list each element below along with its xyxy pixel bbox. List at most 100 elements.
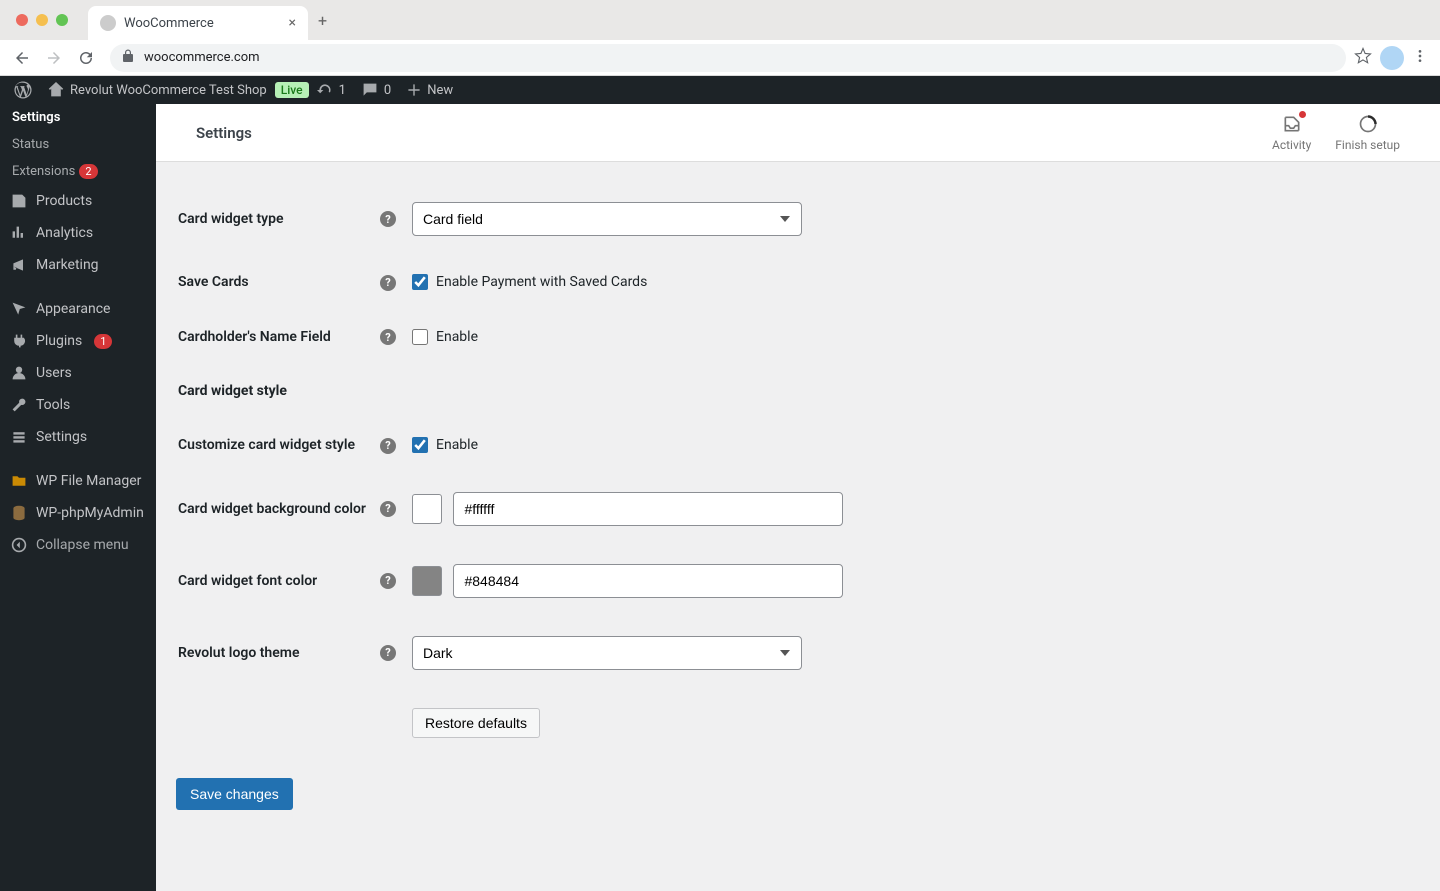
font-color-input[interactable] (453, 564, 843, 598)
arrow-left-icon (13, 49, 31, 67)
browser-menu-button[interactable] (1412, 48, 1428, 68)
help-icon[interactable]: ? (380, 329, 396, 345)
reload-icon (77, 49, 95, 67)
url-input[interactable]: woocommerce.com (110, 44, 1346, 72)
help-icon[interactable]: ? (380, 275, 396, 291)
sidebar-item-marketing[interactable]: Marketing (0, 249, 156, 281)
update-icon (317, 82, 333, 98)
extensions-badge: 2 (79, 164, 97, 179)
activity-button[interactable]: Activity (1272, 113, 1311, 152)
comment-icon (362, 82, 378, 98)
save-cards-check-text: Enable Payment with Saved Cards (436, 274, 647, 290)
tab-close-icon[interactable]: × (289, 15, 296, 31)
save-changes-button[interactable]: Save changes (176, 778, 293, 810)
sidebar-item-analytics[interactable]: Analytics (0, 217, 156, 249)
new-tab-button[interactable]: + (318, 11, 327, 30)
home-icon (48, 82, 64, 98)
save-cards-checkbox-label[interactable]: Enable Payment with Saved Cards (412, 274, 1388, 290)
card-widget-type-label: Card widget type (178, 184, 378, 254)
inbox-icon (1282, 114, 1302, 134)
wordpress-icon (14, 81, 32, 99)
logo-theme-select[interactable]: Dark (412, 636, 802, 670)
sidebar-users-label: Users (36, 365, 72, 381)
help-icon[interactable]: ? (380, 501, 396, 517)
save-cards-checkbox[interactable] (412, 274, 428, 290)
help-icon[interactable]: ? (380, 438, 396, 454)
font-color-swatch[interactable] (412, 566, 442, 596)
admin-sidebar: Settings Status Extensions 2 Products Ana… (0, 104, 156, 891)
card-widget-style-heading: Card widget style (178, 365, 1398, 417)
browser-address-bar: woocommerce.com (0, 40, 1440, 76)
analytics-icon (10, 225, 28, 241)
browser-tab[interactable]: WooCommerce × (88, 6, 308, 40)
sidebar-products-label: Products (36, 193, 92, 209)
back-button[interactable] (6, 42, 38, 74)
products-icon (10, 193, 28, 209)
font-color-label: Card widget font color (178, 546, 378, 616)
folder-icon (10, 473, 28, 489)
sidebar-settings-label: Settings (36, 429, 87, 445)
card-widget-type-select[interactable]: Card field (412, 202, 802, 236)
comments-count: 0 (384, 83, 391, 98)
site-name-label: Revolut WooCommerce Test Shop (70, 83, 267, 98)
forward-button[interactable] (38, 42, 70, 74)
help-icon[interactable]: ? (380, 573, 396, 589)
restore-defaults-button[interactable]: Restore defaults (412, 708, 540, 738)
site-name-menu[interactable]: Revolut WooCommerce Test Shop (40, 76, 275, 104)
finish-setup-button[interactable]: Finish setup (1335, 113, 1400, 152)
appearance-icon (10, 301, 28, 317)
tab-title: WooCommerce (124, 16, 281, 31)
activity-label: Activity (1272, 138, 1311, 152)
sidebar-phpmyadmin-label: WP-phpMyAdmin (36, 505, 144, 521)
cardholder-name-checkbox[interactable] (412, 329, 428, 345)
help-icon[interactable]: ? (380, 645, 396, 661)
help-icon[interactable]: ? (380, 211, 396, 227)
page-header: Settings Activity Finish setup (156, 104, 1440, 162)
bookmark-button[interactable] (1354, 47, 1372, 69)
lock-icon (122, 49, 134, 67)
sidebar-item-settings[interactable]: Settings (0, 421, 156, 453)
customize-style-checkbox-label[interactable]: Enable (412, 437, 1388, 453)
sidebar-item-products[interactable]: Products (0, 185, 156, 217)
customize-style-checkbox[interactable] (412, 437, 428, 453)
page-title: Settings (196, 124, 1248, 142)
bg-color-label: Card widget background color (178, 474, 378, 544)
sidebar-item-wc-settings[interactable]: Settings (0, 104, 156, 131)
profile-avatar[interactable] (1380, 46, 1404, 70)
sidebar-item-appearance[interactable]: Appearance (0, 293, 156, 325)
sidebar-item-wc-status[interactable]: Status (0, 131, 156, 158)
window-controls (16, 14, 68, 26)
sidebar-item-wpfilemanager[interactable]: WP File Manager (0, 465, 156, 497)
sidebar-extensions-label: Extensions (12, 164, 75, 179)
sidebar-wpfile-label: WP File Manager (36, 473, 141, 489)
window-close-button[interactable] (16, 14, 28, 26)
content-area: Settings Activity Finish setup Card widg… (156, 104, 1440, 891)
reload-button[interactable] (70, 42, 102, 74)
dots-vertical-icon (1412, 48, 1428, 64)
users-icon (10, 365, 28, 381)
sidebar-item-collapse[interactable]: Collapse menu (0, 529, 156, 561)
updates-menu[interactable]: 1 (309, 76, 354, 104)
bg-color-input[interactable] (453, 492, 843, 526)
settings-icon (10, 429, 28, 445)
comments-menu[interactable]: 0 (354, 76, 399, 104)
save-cards-label: Save Cards (178, 256, 378, 309)
wp-logo-menu[interactable] (6, 76, 40, 104)
live-status-badge: Live (275, 82, 309, 98)
new-content-menu[interactable]: New (399, 76, 461, 104)
window-minimize-button[interactable] (36, 14, 48, 26)
marketing-icon (10, 257, 28, 273)
plus-icon (407, 83, 421, 97)
wp-admin-bar: Revolut WooCommerce Test Shop Live 1 0 N… (0, 76, 1440, 104)
cardholder-name-checkbox-label[interactable]: Enable (412, 329, 1388, 345)
sidebar-item-wc-extensions[interactable]: Extensions 2 (0, 158, 156, 185)
window-maximize-button[interactable] (56, 14, 68, 26)
tools-icon (10, 397, 28, 413)
sidebar-item-tools[interactable]: Tools (0, 389, 156, 421)
sidebar-item-phpmyadmin[interactable]: WP-phpMyAdmin (0, 497, 156, 529)
cardholder-enable-text: Enable (436, 329, 478, 345)
bg-color-swatch[interactable] (412, 494, 442, 524)
updates-count: 1 (339, 83, 346, 98)
sidebar-item-plugins[interactable]: Plugins1 (0, 325, 156, 357)
sidebar-item-users[interactable]: Users (0, 357, 156, 389)
